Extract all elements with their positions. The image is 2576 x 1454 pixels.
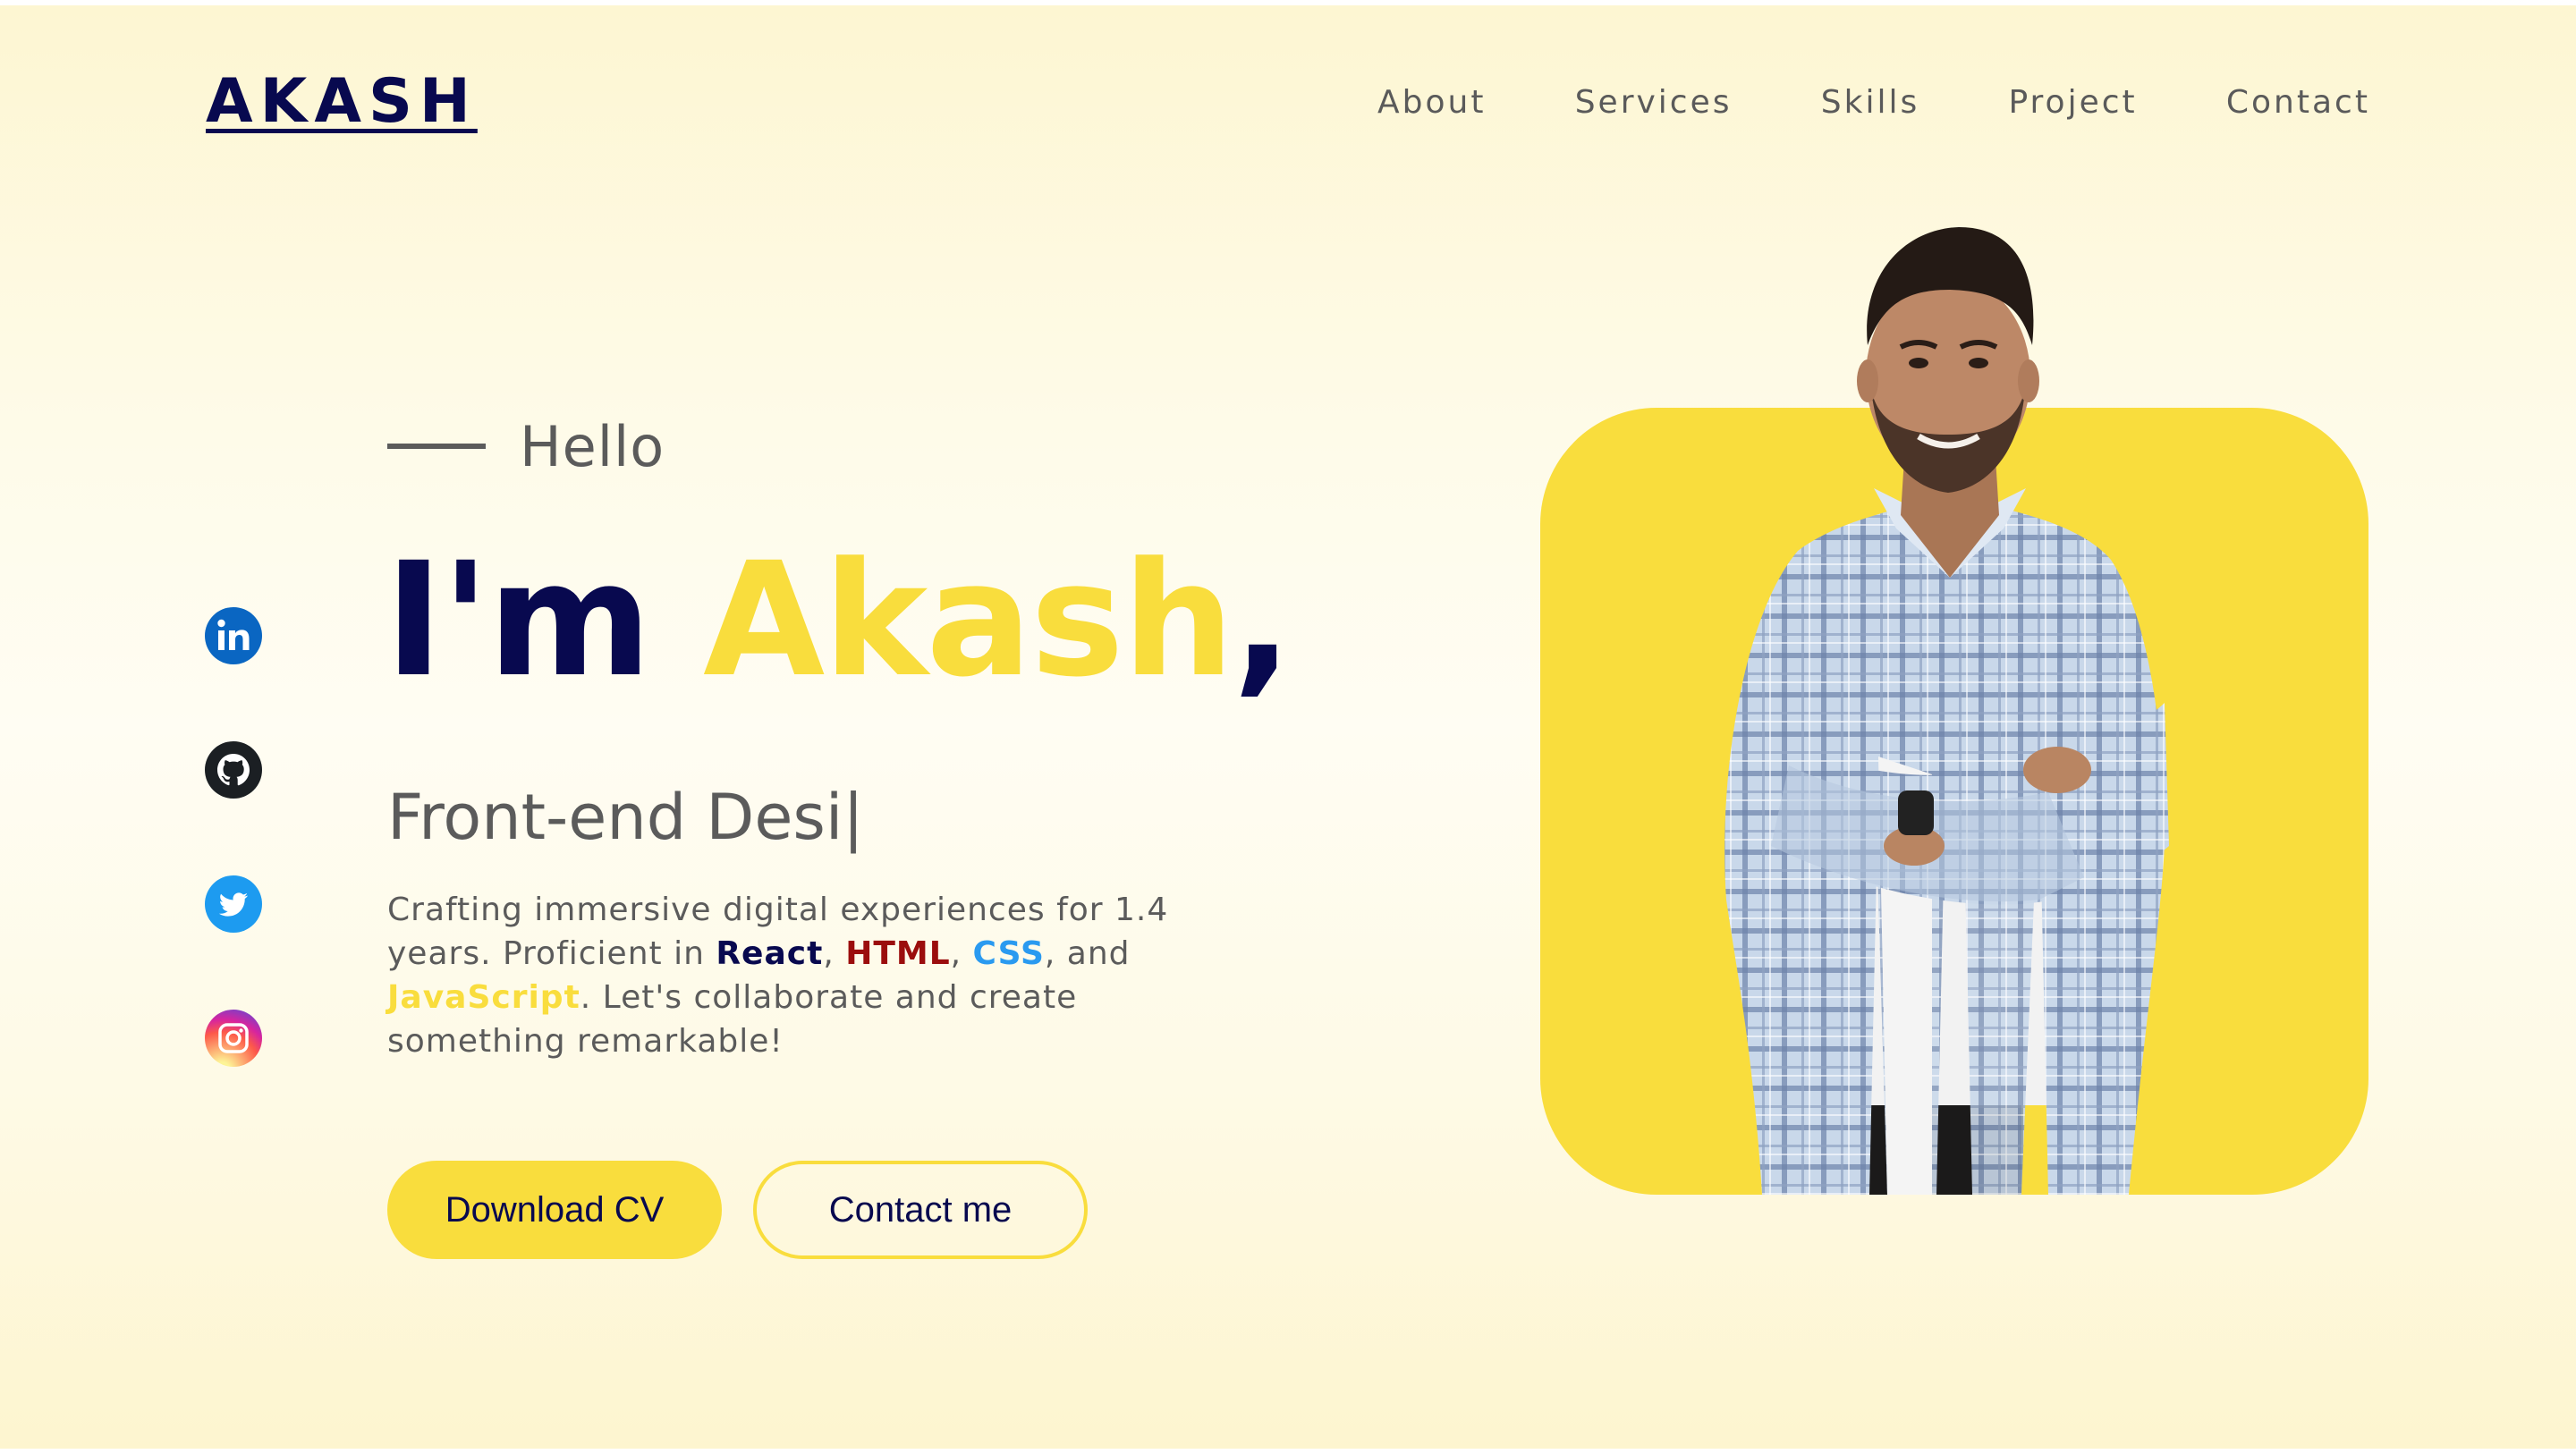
hero-headline: I'm Akash, — [385, 542, 1292, 699]
skill-css: CSS — [972, 935, 1045, 972]
github-icon — [205, 741, 262, 799]
nav-skills[interactable]: Skills — [1821, 80, 1919, 125]
main-nav: About Services Skills Project Contact — [1377, 80, 2370, 125]
nav-about[interactable]: About — [1377, 80, 1486, 125]
contact-me-button[interactable]: Contact me — [753, 1161, 1088, 1259]
instagram-link[interactable] — [205, 1010, 262, 1067]
profile-photo — [1724, 227, 2169, 1195]
headline-prefix: I'm — [385, 528, 652, 712]
skill-html: HTML — [845, 935, 951, 972]
twitter-link[interactable] — [205, 875, 262, 933]
github-link[interactable] — [205, 741, 262, 799]
site-logo[interactable]: AKASH — [206, 72, 478, 132]
instagram-icon — [205, 1010, 262, 1067]
page-background: AKASH About Services Skills Project Cont… — [0, 5, 2576, 1449]
greeting-row: Hello — [387, 413, 665, 479]
greeting-dash — [387, 444, 486, 449]
headline-comma: , — [1233, 528, 1292, 712]
greeting-text: Hello — [520, 413, 665, 479]
skill-react: React — [716, 935, 824, 972]
linkedin-link[interactable] — [205, 607, 262, 664]
nav-contact[interactable]: Contact — [2226, 80, 2370, 125]
nav-services[interactable]: Services — [1575, 80, 1733, 125]
nav-project[interactable]: Project — [2008, 80, 2137, 125]
bio-sep-2: , — [950, 935, 973, 972]
typed-role: Front-end Desi| — [387, 781, 864, 854]
linkedin-icon — [205, 607, 262, 664]
download-cv-button[interactable]: Download CV — [387, 1161, 722, 1259]
bio-sep-3: , and — [1044, 935, 1131, 972]
social-links — [205, 607, 262, 1144]
twitter-icon — [205, 875, 262, 933]
headline-name: Akash — [703, 528, 1234, 712]
bio-sep-1: , — [823, 935, 846, 972]
hero-bio: Crafting immersive digital experiences f… — [387, 888, 1192, 1063]
skill-javascript: JavaScript — [387, 979, 580, 1016]
